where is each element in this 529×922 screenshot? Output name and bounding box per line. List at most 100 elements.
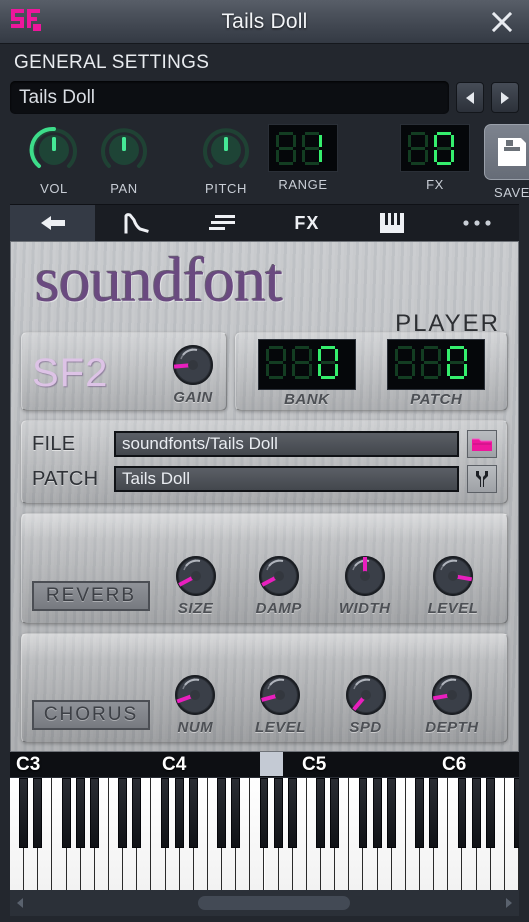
patch-settings-button[interactable] — [467, 465, 497, 493]
piano-black-key[interactable] — [372, 778, 382, 848]
ellipsis-icon — [462, 219, 492, 227]
piano-black-key[interactable] — [514, 778, 519, 848]
piano-black-key[interactable] — [485, 778, 495, 848]
reverb-toggle[interactable]: REVERB — [32, 580, 150, 611]
piano-black-key[interactable] — [61, 778, 71, 848]
pan-label: PAN — [110, 181, 138, 196]
tab-envelope[interactable] — [95, 205, 180, 241]
tab-main[interactable] — [10, 205, 95, 241]
fx-label: FX — [426, 177, 444, 192]
piano-black-key[interactable] — [330, 778, 340, 848]
chorus-num-label: NUM — [177, 719, 214, 736]
keyboard-position-marker[interactable] — [260, 752, 283, 776]
plug-icon — [37, 213, 67, 233]
file-row: FILE soundfonts/Tails Doll — [32, 430, 497, 458]
triangle-right-icon — [501, 91, 509, 104]
patch-number-control: PATCH — [387, 339, 486, 408]
file-input[interactable]: soundfonts/Tails Doll — [114, 431, 459, 457]
piano-black-key[interactable] — [174, 778, 184, 848]
bank-display[interactable] — [257, 339, 356, 390]
sliders-icon — [207, 213, 237, 233]
chorus-num-knob[interactable] — [172, 672, 218, 718]
keyboard-scrollbar[interactable] — [10, 890, 519, 916]
piano-black-key[interactable] — [429, 778, 439, 848]
piano-black-key[interactable] — [90, 778, 99, 848]
pan-control: PAN — [98, 124, 150, 196]
tab-bar: FX — [10, 204, 519, 241]
pan-knob[interactable] — [98, 124, 150, 176]
scrollbar-track[interactable] — [26, 896, 503, 910]
file-value: soundfonts/Tails Doll — [122, 434, 278, 453]
range-control: RANGE — [268, 124, 338, 192]
tab-keys[interactable] — [349, 205, 434, 241]
chorus-level-knob[interactable] — [257, 672, 303, 718]
brand-header: soundfont PLAYER — [21, 248, 508, 338]
fx-display[interactable] — [400, 124, 470, 172]
piano-keys[interactable] — [10, 778, 519, 890]
save-button[interactable] — [484, 124, 529, 180]
preset-next-button[interactable] — [491, 82, 519, 113]
file-browse-button[interactable] — [467, 430, 497, 458]
chorus-spd-control: SPD — [343, 672, 389, 736]
piano-black-key[interactable] — [259, 778, 269, 848]
patch-input[interactable]: Tails Doll — [114, 466, 459, 492]
keyboard-octave-label: C4 — [162, 754, 187, 775]
tab-more[interactable] — [434, 205, 519, 241]
pitch-control: PITCH — [200, 124, 252, 196]
chorus-toggle[interactable]: CHORUS — [32, 700, 150, 730]
reverb-damp-knob[interactable] — [256, 553, 302, 599]
piano-black-key[interactable] — [33, 778, 43, 848]
piano-black-key[interactable] — [457, 778, 467, 848]
reverb-panel: REVERB SIZE DAMP WIDTH LEVEL — [21, 513, 508, 624]
reverb-level-knob[interactable] — [430, 553, 476, 599]
gain-knob[interactable] — [170, 342, 216, 388]
piano-black-key[interactable] — [118, 778, 128, 848]
piano-black-key[interactable] — [231, 778, 241, 848]
reverb-width-knob[interactable] — [342, 553, 388, 599]
piano-black-key[interactable] — [217, 778, 227, 848]
sf2-logo-icon — [4, 0, 48, 44]
piano-black-key[interactable] — [358, 778, 368, 848]
reverb-size-knob[interactable] — [173, 553, 219, 599]
piano-black-key[interactable] — [316, 778, 325, 848]
range-display[interactable] — [268, 124, 338, 172]
piano-black-key[interactable] — [188, 778, 198, 848]
piano-black-key[interactable] — [273, 778, 283, 848]
chorus-panel: CHORUS NUM LEVEL SPD DEPTH — [21, 632, 508, 743]
preset-name-value: Tails Doll — [19, 86, 96, 108]
piano-black-key[interactable] — [415, 778, 424, 848]
scroll-right-icon[interactable] — [503, 897, 515, 909]
piano-black-key[interactable] — [132, 778, 142, 848]
title-bar: Tails Doll — [0, 0, 529, 44]
patch-display[interactable] — [387, 339, 486, 390]
reverb-width-control: WIDTH — [339, 553, 391, 617]
pitch-knob[interactable] — [200, 124, 252, 176]
scrollbar-thumb[interactable] — [197, 896, 351, 910]
patch-row: PATCH Tails Doll — [32, 465, 497, 493]
preset-prev-button[interactable] — [456, 82, 484, 113]
scroll-left-icon[interactable] — [14, 897, 26, 909]
reverb-size-control: SIZE — [173, 553, 219, 617]
chorus-depth-knob[interactable] — [429, 672, 475, 718]
keyboard-octave-label: C6 — [442, 754, 467, 775]
piano-black-key[interactable] — [19, 778, 29, 848]
patch-number-label: PATCH — [410, 391, 463, 408]
chorus-spd-knob[interactable] — [343, 672, 389, 718]
preset-row: Tails Doll — [10, 81, 519, 114]
chorus-level-label: LEVEL — [255, 719, 306, 736]
tab-filter[interactable] — [180, 205, 265, 241]
piano-black-key[interactable] — [386, 778, 396, 848]
piano-black-key[interactable] — [160, 778, 170, 848]
piano-black-key[interactable] — [287, 778, 297, 848]
soundfont-player-panel: soundfont PLAYER SF2 GAIN BANK PATCH FIL… — [10, 241, 519, 752]
sf2-bank-row: SF2 GAIN BANK PATCH — [21, 332, 508, 411]
reverb-level-label: LEVEL — [427, 599, 479, 617]
vol-knob[interactable] — [28, 124, 80, 176]
piano-black-key[interactable] — [471, 778, 481, 848]
preset-name-input[interactable]: Tails Doll — [10, 81, 449, 114]
piano-black-key[interactable] — [75, 778, 85, 848]
save-control: SAVE — [484, 124, 529, 200]
tab-fx[interactable]: FX — [264, 205, 349, 241]
close-icon[interactable] — [487, 7, 517, 37]
floppy-disk-icon — [498, 138, 526, 166]
